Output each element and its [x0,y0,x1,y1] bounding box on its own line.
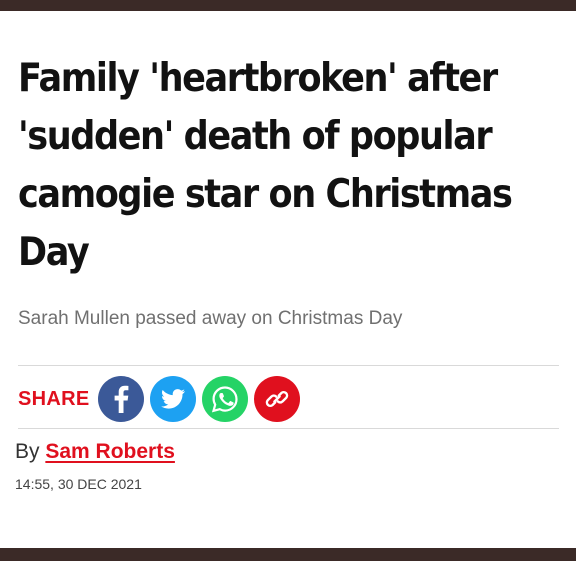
byline: By Sam Roberts [15,440,175,464]
facebook-share-button[interactable] [97,376,144,422]
publish-timestamp: 14:55, 30 DEC 2021 [15,476,142,492]
top-frame-bar [0,0,576,11]
link-icon [265,390,288,408]
subheadline: Sarah Mullen passed away on Christmas Da… [18,308,403,329]
whatsapp-icon [211,386,238,413]
divider [18,365,559,366]
headline-line: Day [18,230,90,275]
bottom-frame-bar [0,548,576,561]
headline-line: Family 'heartbroken' after [18,56,498,101]
headline-line: 'sudden' death of popular [18,114,493,159]
headline-line: camogie star on Christmas [18,172,513,217]
twitter-icon [160,389,185,409]
byline-prefix: By [15,440,40,463]
twitter-share-button[interactable] [149,376,196,422]
copy-link-share-button[interactable] [253,376,300,422]
article-header: Family 'heartbroken' after 'sudden' deat… [15,50,562,492]
divider [18,428,559,429]
share-bar: SHARE [18,375,306,423]
facebook-icon [114,385,128,413]
headline: Family 'heartbroken' after 'sudden' deat… [18,50,558,282]
share-label: SHARE [18,387,90,410]
whatsapp-share-button[interactable] [201,376,248,422]
author-link[interactable]: Sam Roberts [45,440,175,463]
